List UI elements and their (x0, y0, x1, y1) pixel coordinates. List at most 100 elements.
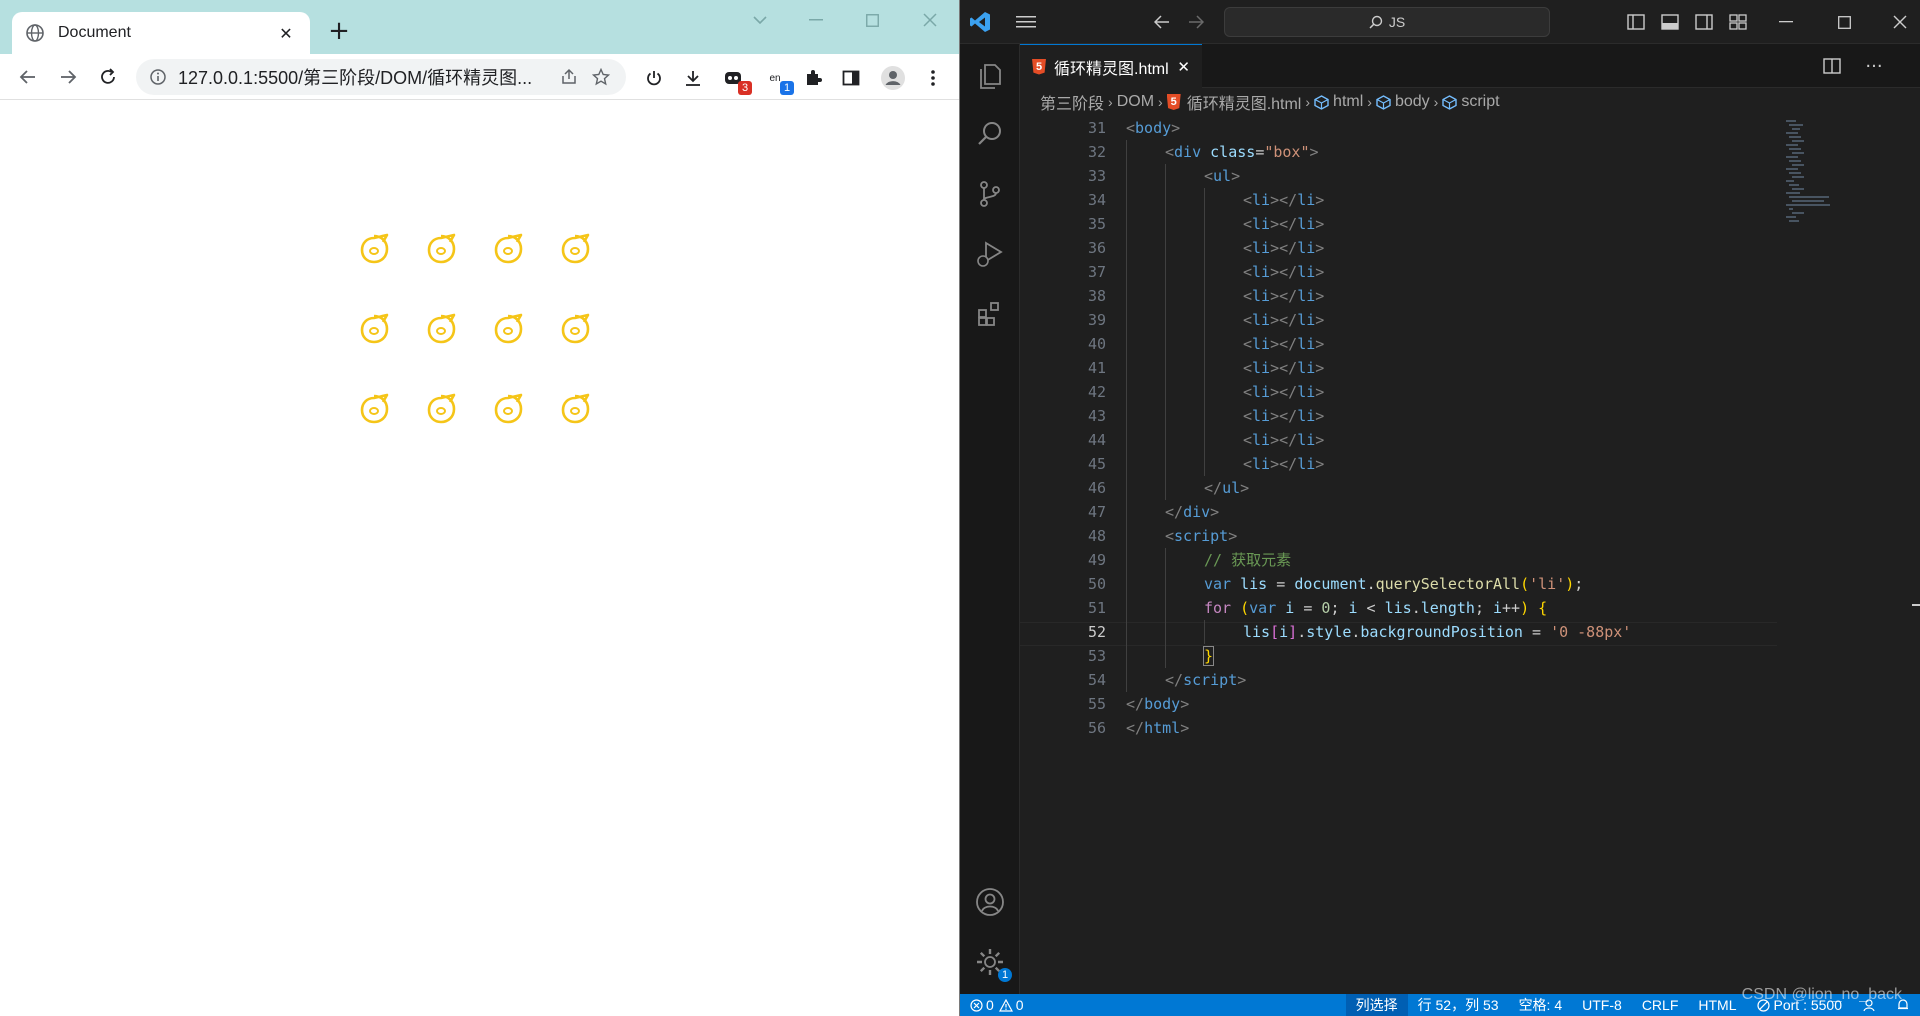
code-line: <div class="box"> (1165, 143, 1319, 161)
breadcrumb-item[interactable]: html (1314, 93, 1363, 111)
close-window-icon[interactable] (1888, 10, 1912, 34)
code-line: </script> (1165, 671, 1247, 689)
download-icon[interactable] (680, 65, 706, 91)
breadcrumb-item[interactable]: body (1376, 93, 1430, 111)
minimap-line (1789, 136, 1801, 138)
indent-guide (1126, 380, 1127, 404)
more-actions-icon[interactable]: ··· (1862, 54, 1886, 78)
line-number: 37 (1087, 263, 1106, 281)
new-tab-button[interactable]: + (326, 18, 352, 44)
html5-file-icon: 5 (1032, 58, 1046, 75)
sprite-icon (491, 392, 525, 426)
tab-search-chevron-icon[interactable] (740, 6, 780, 34)
code-editor[interactable]: 31 <body> 32 <div class="box"> 33 <ul> 34 <li><… (1020, 116, 1920, 994)
run-debug-icon[interactable] (972, 236, 1008, 272)
language-mode[interactable]: HTML (1688, 994, 1746, 1016)
manage-gear-icon[interactable]: 1 (972, 944, 1012, 982)
url-text: 127.0.0.1:5500/第三阶段/DOM/循环精灵图... (178, 68, 533, 88)
code-line: <li></li> (1243, 383, 1325, 401)
indent-guide (1165, 572, 1166, 596)
minimap[interactable] (1786, 116, 1856, 236)
search-icon[interactable] (972, 116, 1008, 152)
sprite-icon (357, 392, 391, 426)
profile-avatar-icon[interactable] (880, 65, 906, 91)
indent-guide (1126, 644, 1127, 668)
maximize-icon[interactable] (852, 6, 892, 34)
line-ending[interactable]: CRLF (1632, 994, 1689, 1016)
indent-guide (1204, 380, 1205, 404)
code-line: <body> (1126, 119, 1181, 137)
translate-extension-icon[interactable]: en 1 (762, 65, 794, 95)
explorer-icon[interactable] (972, 56, 1008, 92)
breadcrumb-item[interactable]: 5 循环精灵图.html (1166, 90, 1301, 114)
breadcrumb-item[interactable]: 第三阶段 (1040, 90, 1104, 114)
minimize-icon[interactable] (796, 6, 836, 34)
site-info-icon[interactable] (150, 69, 166, 85)
code-line: <li></li> (1243, 263, 1325, 281)
minimap-line (1786, 192, 1800, 194)
accounts-icon[interactable] (972, 884, 1008, 920)
toggle-primary-sidebar-icon[interactable] (1624, 10, 1648, 34)
minimap-line (1792, 152, 1804, 154)
sprite-icon (424, 392, 458, 426)
cursor-position[interactable]: 行 52，列 53 (1408, 994, 1509, 1016)
indent-guide (1165, 356, 1166, 380)
source-control-icon[interactable] (972, 176, 1008, 212)
minimap-line (1786, 180, 1794, 182)
customize-layout-icon[interactable] (1726, 10, 1750, 34)
line-number: 35 (1087, 215, 1106, 233)
address-bar[interactable]: 127.0.0.1:5500/第三阶段/DOM/循环精灵图... (136, 59, 626, 95)
maximize-icon[interactable] (1832, 10, 1856, 34)
indent-guide (1126, 404, 1127, 428)
indent-guide (1126, 668, 1127, 692)
menu-icon[interactable] (1014, 10, 1038, 34)
breadcrumb-item[interactable]: DOM (1117, 93, 1154, 111)
indent-guide (1126, 164, 1127, 188)
encoding[interactable]: UTF-8 (1572, 994, 1632, 1016)
indent-guide (1165, 596, 1166, 620)
code-line: <li></li> (1243, 335, 1325, 353)
breadcrumb-item[interactable]: script (1442, 93, 1500, 111)
forward-icon[interactable] (54, 63, 82, 91)
command-center-search[interactable]: JS (1224, 7, 1550, 37)
toggle-panel-icon[interactable] (1658, 10, 1682, 34)
sprite-icon (558, 392, 592, 426)
devtools-extension-icon[interactable]: 3 (720, 65, 752, 95)
editor-tab-active[interactable]: 5 循环精灵图.html ✕ (1020, 44, 1202, 88)
problems-indicator[interactable]: 0 0 (960, 994, 1034, 1016)
side-panel-icon[interactable] (838, 65, 864, 91)
code-line: <li></li> (1243, 407, 1325, 425)
symbol-element-icon (1376, 94, 1391, 110)
toggle-secondary-sidebar-icon[interactable] (1692, 10, 1716, 34)
split-editor-icon[interactable] (1820, 54, 1844, 78)
indentation[interactable]: 空格: 4 (1509, 994, 1573, 1016)
indent-guide (1126, 452, 1127, 476)
bookmark-star-icon[interactable] (590, 66, 612, 88)
browser-tab[interactable]: Document ✕ (12, 12, 310, 54)
code-line: </ul> (1204, 479, 1250, 497)
puzzle-icon[interactable] (800, 65, 826, 91)
back-icon[interactable] (1150, 10, 1174, 34)
power-icon[interactable] (641, 65, 667, 91)
reload-icon[interactable] (94, 63, 122, 91)
close-tab-icon[interactable]: ✕ (1177, 58, 1190, 76)
close-tab-icon[interactable]: ✕ (276, 23, 296, 43)
vscode-window: JS 1 5 循环精灵图.html ✕ ··· 第三阶段 › DOM › 5 循… (960, 0, 1920, 1016)
forward-icon[interactable] (1184, 10, 1208, 34)
scrollbar-marker (1912, 604, 1920, 606)
code-line: // 获取元素 (1204, 551, 1292, 569)
selection-mode[interactable]: 列选择 (1345, 994, 1408, 1016)
code-line: var lis = document.querySelectorAll('li'… (1204, 575, 1584, 593)
kebab-menu-icon[interactable] (920, 65, 946, 91)
extensions-icon[interactable] (972, 296, 1008, 332)
line-number: 49 (1087, 551, 1106, 569)
minimize-icon[interactable] (1774, 10, 1798, 34)
close-window-icon[interactable] (910, 6, 950, 34)
breadcrumb-label: html (1333, 93, 1364, 110)
share-icon[interactable] (558, 66, 580, 88)
indent-guide (1204, 356, 1205, 380)
code-line: <ul> (1204, 167, 1241, 185)
back-icon[interactable] (14, 63, 42, 91)
code-line: lis[i].style.backgroundPosition = '0 -88… (1243, 623, 1632, 641)
indent-guide (1165, 260, 1166, 284)
